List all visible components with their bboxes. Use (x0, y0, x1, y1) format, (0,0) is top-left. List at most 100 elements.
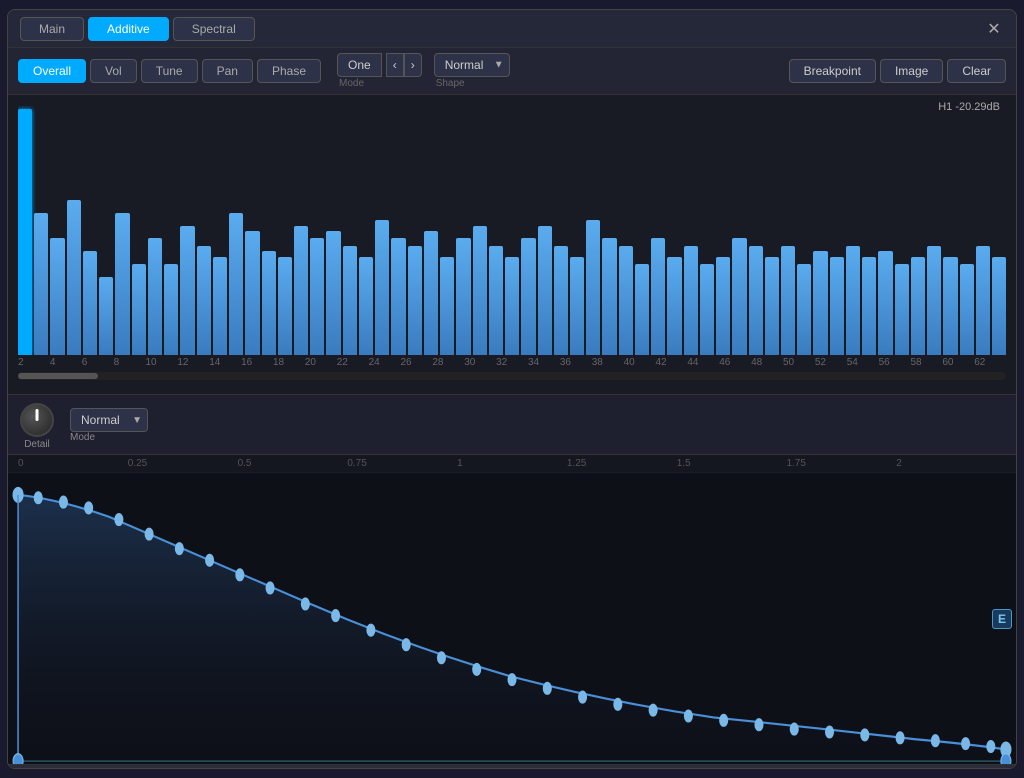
axis-label: 26 (401, 357, 433, 368)
detail-mode-select[interactable]: Normal Linear Custom (70, 408, 148, 432)
spectrum-bar-40[interactable] (667, 257, 681, 355)
spectrum-bar-6[interactable] (115, 213, 129, 355)
spectrum-bar-32[interactable] (538, 226, 552, 355)
spectrum-bar-21[interactable] (359, 257, 373, 355)
image-button[interactable]: Image (880, 59, 943, 83)
spectrum-bar-2[interactable] (50, 238, 64, 355)
spectrum-bar-3[interactable] (67, 200, 81, 355)
nav-prev-button[interactable]: ‹ (386, 53, 404, 77)
spectrum-bar-28[interactable] (473, 226, 487, 355)
spectrum-bar-46[interactable] (765, 257, 779, 355)
e-marker[interactable]: E (992, 609, 1012, 629)
tab-spectral[interactable]: Spectral (173, 17, 255, 41)
breakpoint-button[interactable]: Breakpoint (789, 59, 876, 83)
envelope-scrollbar-thumb[interactable] (8, 765, 1016, 768)
spectrum-bar-5[interactable] (99, 277, 113, 355)
spectrum-bar-20[interactable] (343, 246, 357, 355)
tab-tune[interactable]: Tune (141, 59, 198, 83)
spectrum-bar-30[interactable] (505, 257, 519, 355)
close-button[interactable]: ✕ (984, 19, 1004, 39)
spectrum-bar-10[interactable] (180, 226, 194, 355)
tab-additive[interactable]: Additive (88, 17, 169, 41)
tab-phase[interactable]: Phase (257, 59, 321, 83)
spectrum-bar-33[interactable] (554, 246, 568, 355)
spectrum-bar-38[interactable] (635, 264, 649, 355)
spectrum-bar-29[interactable] (489, 246, 503, 355)
spectrum-bar-26[interactable] (440, 257, 454, 355)
spectrum-bar-57[interactable] (943, 257, 957, 355)
spectrum-bar-55[interactable] (911, 257, 925, 355)
envelope-scrollbar[interactable] (8, 764, 1016, 768)
spectrum-scrollbar[interactable] (18, 372, 1006, 380)
spectrum-bar-14[interactable] (245, 231, 259, 355)
spectrum-bar-4[interactable] (83, 251, 97, 355)
spectrum-bar-34[interactable] (570, 257, 584, 355)
detail-knob[interactable] (20, 403, 54, 437)
spectrum-bar-53[interactable] (878, 251, 892, 355)
spectrum-bar-56[interactable] (927, 246, 941, 355)
spectrum-bar-27[interactable] (456, 238, 470, 355)
axis-label: 60 (942, 357, 974, 368)
spectrum-bar-19[interactable] (326, 231, 340, 355)
axis-label: 28 (432, 357, 464, 368)
spectrum-bar-1[interactable] (34, 213, 48, 355)
spectrum-bar-59[interactable] (976, 246, 990, 355)
spectrum-bar-58[interactable] (960, 264, 974, 355)
tab-main[interactable]: Main (20, 17, 84, 41)
spectrum-bar-12[interactable] (213, 257, 227, 355)
spectrum-bar-54[interactable] (895, 264, 909, 355)
clear-button[interactable]: Clear (947, 59, 1006, 83)
spectrum-bar-11[interactable] (197, 246, 211, 355)
spectrum-bar-43[interactable] (716, 257, 730, 355)
spectrum-bar-18[interactable] (310, 238, 324, 355)
nav-next-button[interactable]: › (404, 53, 422, 77)
spectrum-bar-22[interactable] (375, 220, 389, 355)
spectrum-bar-36[interactable] (602, 238, 616, 355)
spectrum-bar-16[interactable] (278, 257, 292, 355)
axis-label: 22 (337, 357, 369, 368)
spectrum-bar-7[interactable] (132, 264, 146, 355)
spectrum-bar-23[interactable] (391, 238, 405, 355)
spectrum-bar-25[interactable] (424, 231, 438, 355)
spectrum-bar-41[interactable] (684, 246, 698, 355)
axis-label: 40 (624, 357, 656, 368)
spectrum-bar-0[interactable] (18, 109, 32, 355)
tab-pan[interactable]: Pan (202, 59, 253, 83)
spectrum-bar-31[interactable] (521, 238, 535, 355)
env-axis-label: 1.75 (786, 458, 896, 469)
tab-overall[interactable]: Overall (18, 59, 86, 83)
axis-label: 34 (528, 357, 560, 368)
spectrum-bar-48[interactable] (797, 264, 811, 355)
spectrum-bar-42[interactable] (700, 264, 714, 355)
spectrum-bar-37[interactable] (619, 246, 633, 355)
axis-label: 36 (560, 357, 592, 368)
axis-label: 30 (464, 357, 496, 368)
spectrum-bar-35[interactable] (586, 220, 600, 355)
one-button[interactable]: One (337, 53, 382, 77)
axis-label: 18 (273, 357, 305, 368)
axis-label: 44 (687, 357, 719, 368)
spectrum-scrollbar-thumb[interactable] (18, 373, 98, 379)
spectrum-bar-15[interactable] (262, 251, 276, 355)
spectrum-bar-50[interactable] (830, 257, 844, 355)
shape-select[interactable]: Normal Linear Custom (434, 53, 510, 77)
spectrum-bar-49[interactable] (813, 251, 827, 355)
spectrum-section: H1 -20.29dB 2468101214161820222426283032… (8, 95, 1016, 395)
spectrum-bar-39[interactable] (651, 238, 665, 355)
spectrum-bar-9[interactable] (164, 264, 178, 355)
spectrum-chart[interactable] (18, 95, 1006, 355)
spectrum-bar-13[interactable] (229, 213, 243, 355)
spectrum-bar-17[interactable] (294, 226, 308, 355)
axis-label: 2 (18, 357, 50, 368)
spectrum-bar-60[interactable] (992, 257, 1006, 355)
spectrum-bar-51[interactable] (846, 246, 860, 355)
spectrum-bar-45[interactable] (749, 246, 763, 355)
envelope-chart[interactable]: E (8, 473, 1016, 764)
spectrum-bar-52[interactable] (862, 257, 876, 355)
spectrum-bar-24[interactable] (408, 246, 422, 355)
spectrum-bar-44[interactable] (732, 238, 746, 355)
spectrum-bar-47[interactable] (781, 246, 795, 355)
tab-vol[interactable]: Vol (90, 59, 137, 83)
spectrum-bar-8[interactable] (148, 238, 162, 355)
shape-sub-label: Shape (434, 78, 465, 89)
